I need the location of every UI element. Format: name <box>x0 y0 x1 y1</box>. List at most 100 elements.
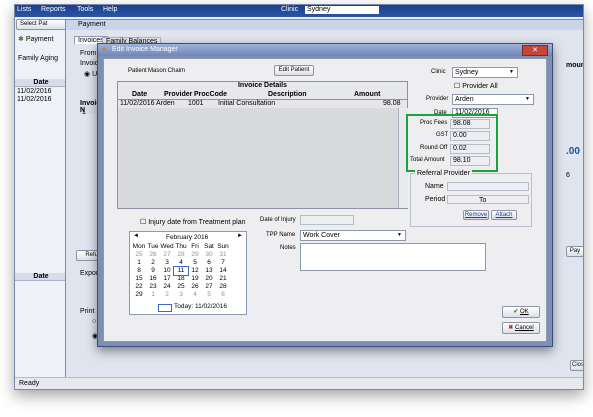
calendar-day[interactable]: 27 <box>202 283 216 291</box>
payment-title: Payment <box>78 21 106 28</box>
calendar-day[interactable]: 5 <box>202 291 216 299</box>
calendar-day[interactable]: 1 <box>146 291 160 299</box>
round-off-label: Round Off <box>420 145 448 151</box>
calendar-day[interactable]: 14 <box>216 267 230 275</box>
pay-button[interactable]: Pay <box>566 246 583 257</box>
calendar-day[interactable]: 26 <box>146 251 160 259</box>
calendar-day[interactable]: 27 <box>160 251 174 259</box>
menu-item-help[interactable]: Help <box>103 6 117 13</box>
weekday-label: Thu <box>175 243 187 250</box>
print-radio-1[interactable]: ○ <box>92 318 96 325</box>
close-button[interactable]: Clos <box>570 360 583 371</box>
clinic-select-value: Sydney <box>455 69 479 76</box>
referral-period-field[interactable] <box>447 195 529 204</box>
app-icon: ● <box>102 46 107 53</box>
provider-select[interactable]: Arden ▼ <box>452 94 534 105</box>
menu-item-tools[interactable]: Tools <box>77 6 93 13</box>
calendar-day[interactable]: 3 <box>160 259 174 267</box>
calendar-day[interactable]: 8 <box>132 267 146 275</box>
calendar-day[interactable]: 26 <box>188 283 202 291</box>
date-row[interactable]: 11/02/2016 <box>17 88 52 95</box>
calendar-day[interactable]: 24 <box>160 283 174 291</box>
clinic-label: Clinic <box>431 69 446 75</box>
calendar-prev-icon[interactable]: ◄ <box>133 233 139 239</box>
calendar-day[interactable]: 16 <box>146 275 160 283</box>
round-off-field: 0.02 <box>450 144 490 154</box>
calendar-day[interactable]: 13 <box>202 267 216 275</box>
calendar-day[interactable]: 4 <box>174 259 188 267</box>
calendar-day[interactable]: 2 <box>160 291 174 299</box>
ok-button[interactable]: ✔ OK <box>502 306 540 318</box>
referral-provider-title: Referral Provider <box>415 170 472 177</box>
calendar-day[interactable]: 2 <box>146 259 160 267</box>
provider-all-checkbox[interactable]: ☐ Provider All <box>454 82 498 90</box>
calendar-day[interactable]: 22 <box>132 283 146 291</box>
close-icon[interactable]: ✕ <box>522 45 548 56</box>
payment-icon: ✱ <box>18 36 26 43</box>
date-column-header-bottom: Date <box>15 273 67 281</box>
date-of-injury-field[interactable] <box>300 215 354 225</box>
calendar-day[interactable]: 29 <box>188 251 202 259</box>
calendar-day[interactable]: 25 <box>132 251 146 259</box>
tpp-name-value: Work Cover <box>303 232 340 239</box>
referral-name-field[interactable] <box>447 182 529 191</box>
invoice-no-value[interactable]: 1 <box>82 109 86 116</box>
cancel-button[interactable]: ✖ Cancel <box>502 322 540 334</box>
calendar-month-title[interactable]: February 2016 <box>166 234 208 241</box>
balance-value: .00 <box>566 146 580 157</box>
left-panel: Select Pat ✱ Payment Family Aging Date 1… <box>15 19 68 377</box>
payment-nav-item[interactable]: ✱ Payment <box>18 35 53 43</box>
calendar-day[interactable]: 17 <box>160 275 174 283</box>
calendar-day[interactable]: 23 <box>146 283 160 291</box>
menu-item-reports[interactable]: Reports <box>41 6 66 13</box>
calendar-day[interactable]: 28 <box>216 283 230 291</box>
calendar-day[interactable]: 9 <box>146 267 160 275</box>
calendar-day[interactable]: 4 <box>188 291 202 299</box>
calendar-day[interactable]: 5 <box>188 259 202 267</box>
calendar-day[interactable]: 7 <box>216 259 230 267</box>
select-patient-button[interactable]: Select Pat <box>16 19 67 30</box>
calendar-week: 8 9 10 11 12 13 14 <box>132 266 230 276</box>
calendar: ◄ February 2016 ► Mon Tue Wed Thu Fri Sa… <box>129 231 247 315</box>
attach-button[interactable]: Attach <box>491 210 517 220</box>
notes-textarea[interactable] <box>300 243 486 271</box>
calendar-day[interactable]: 29 <box>132 291 146 299</box>
calendar-week: 1 2 3 4 5 6 7 <box>132 259 230 267</box>
calendar-day-selected[interactable]: 11 <box>173 266 189 276</box>
date-column-header: Date <box>15 79 67 87</box>
calendar-day[interactable]: 6 <box>202 259 216 267</box>
calendar-day[interactable]: 30 <box>202 251 216 259</box>
table-row[interactable]: 11/02/2016 Arden 1001 Initial Consultati… <box>118 100 407 108</box>
remove-button[interactable]: Remove <box>463 210 489 220</box>
menu-item-lists[interactable]: Lists <box>17 6 31 13</box>
clinic-select[interactable]: Sydney <box>305 6 379 14</box>
today-marker-icon <box>158 304 172 312</box>
calendar-day[interactable]: 6 <box>216 291 230 299</box>
calendar-day[interactable]: 19 <box>188 275 202 283</box>
calendar-day[interactable]: 1 <box>132 259 146 267</box>
calendar-day[interactable]: 21 <box>216 275 230 283</box>
weekday-label: Sun <box>217 243 229 250</box>
calendar-day[interactable]: 10 <box>160 267 174 275</box>
tpp-name-select[interactable]: Work Cover ▼ <box>300 230 406 241</box>
column-header-provider: Provider <box>164 91 193 98</box>
calendar-day[interactable]: 28 <box>174 251 188 259</box>
column-header-date: Date <box>132 91 148 98</box>
weekday-label: Mon <box>132 243 146 250</box>
calendar-day[interactable]: 25 <box>174 283 188 291</box>
date-row[interactable]: 11/02/2016 <box>17 96 52 103</box>
calendar-next-icon[interactable]: ► <box>237 233 243 239</box>
calendar-day[interactable]: 18 <box>174 275 188 283</box>
injury-date-checkbox[interactable]: ☐ Injury date from Treatment plan <box>140 218 246 226</box>
clinic-select[interactable]: Sydney ▼ <box>452 67 518 78</box>
family-aging-item[interactable]: Family Aging <box>18 55 58 62</box>
calendar-day[interactable]: 31 <box>216 251 230 259</box>
calendar-day[interactable]: 15 <box>132 275 146 283</box>
calendar-grid: Mon Tue Wed Thu Fri Sat Sun 25 26 27 28 … <box>132 243 230 299</box>
calendar-day[interactable]: 12 <box>188 267 202 275</box>
edit-patient-button[interactable]: Edit Patient <box>274 65 314 76</box>
calendar-today-label[interactable]: Today: 11/02/2016 <box>174 303 227 310</box>
calendar-day[interactable]: 20 <box>202 275 216 283</box>
calendar-day[interactable]: 3 <box>174 291 188 299</box>
patient-value: Mason Chaim <box>148 68 186 74</box>
